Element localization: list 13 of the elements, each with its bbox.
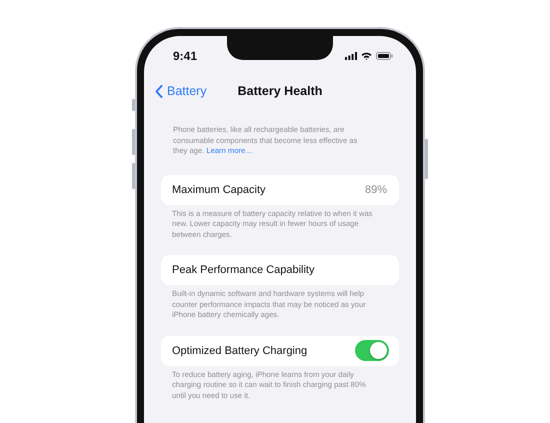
back-link[interactable]: Battery (155, 84, 207, 98)
row-label: Optimized Battery Charging (172, 344, 308, 356)
status-time: 9:41 (173, 49, 198, 63)
settings-row[interactable]: Peak Performance Capability (161, 255, 399, 285)
battery-icon (376, 52, 393, 60)
chevron-left-icon (155, 84, 163, 98)
signal-icon (345, 52, 357, 60)
row-label: Maximum Capacity (172, 184, 266, 196)
page-title: Battery Health (238, 84, 322, 98)
row-label: Peak Performance Capability (172, 264, 314, 276)
capacity-value: 89% (364, 184, 387, 196)
wifi-icon (361, 52, 372, 60)
toggle-switch[interactable] (355, 340, 389, 361)
